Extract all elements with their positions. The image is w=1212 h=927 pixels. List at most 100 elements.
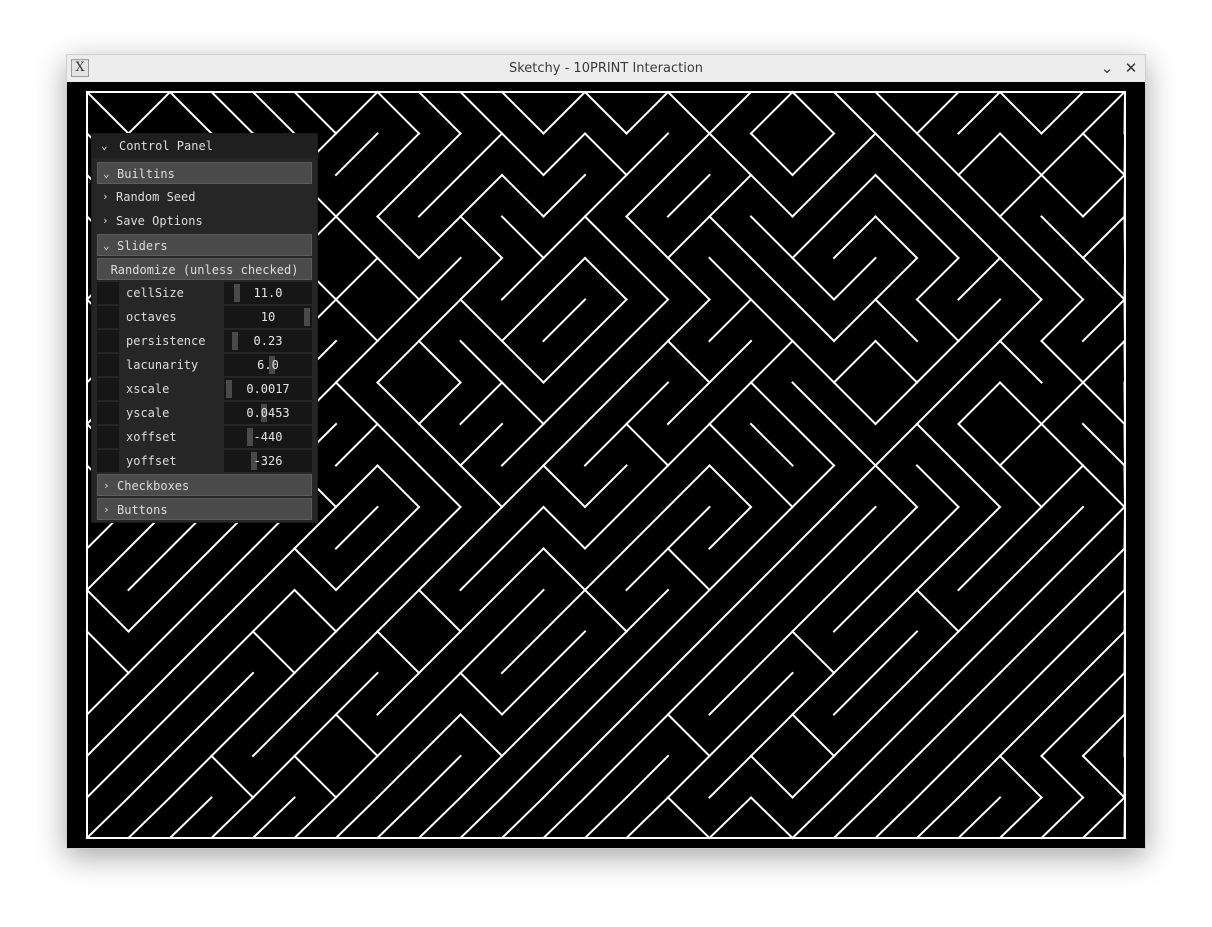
- maze-segment: [791, 505, 836, 550]
- folder-sliders[interactable]: ⌄ Sliders: [97, 234, 312, 256]
- slider-octaves[interactable]: octaves 10: [97, 306, 312, 328]
- chevron-down-icon[interactable]: ⌄: [1097, 58, 1117, 78]
- maze-segment: [915, 505, 960, 550]
- folder-checkboxes[interactable]: › Checkboxes: [97, 474, 312, 496]
- slider-track[interactable]: -326: [224, 450, 312, 472]
- maze-segment: [583, 298, 628, 343]
- maze-segment: [583, 464, 628, 509]
- maze-segment: [417, 505, 462, 550]
- maze-segment: [832, 256, 877, 301]
- slider-track[interactable]: 6.0: [224, 354, 312, 376]
- slider-xscale[interactable]: xscale 0.0017: [97, 378, 312, 400]
- maze-segment: [625, 381, 670, 426]
- close-icon[interactable]: ✕: [1121, 58, 1141, 78]
- maze-segment: [1123, 547, 1127, 592]
- maze-segment: [998, 298, 1043, 343]
- maze-segment: [500, 754, 545, 799]
- maze-segment: [500, 173, 545, 218]
- slider-handle[interactable]: [261, 404, 267, 422]
- maze-segment: [376, 754, 421, 799]
- maze-segment: [957, 90, 1002, 135]
- slider-lock-checkbox[interactable]: [97, 306, 119, 328]
- maze-segment: [1081, 547, 1126, 592]
- maze-segment: [998, 588, 1043, 633]
- folder-random-seed[interactable]: › Random Seed: [97, 186, 312, 208]
- maze-segment: [957, 588, 1002, 633]
- slider-handle[interactable]: [304, 308, 310, 326]
- slider-xoffset[interactable]: xoffset -440: [97, 426, 312, 448]
- maze-segment: [749, 215, 794, 260]
- slider-lacunarity[interactable]: lacunarity 6.0: [97, 354, 312, 376]
- randomize-button[interactable]: Randomize (unless checked): [97, 258, 312, 280]
- maze-segment: [749, 381, 794, 426]
- slider-yoffset[interactable]: yoffset -326: [97, 450, 312, 472]
- maze-segment: [874, 547, 919, 592]
- maze-segment: [998, 132, 1043, 177]
- slider-lock-checkbox[interactable]: [97, 354, 119, 376]
- slider-handle[interactable]: [234, 284, 240, 302]
- maze-segment: [749, 713, 794, 758]
- slider-handle[interactable]: [232, 332, 238, 350]
- slider-track[interactable]: 10: [224, 306, 312, 328]
- maze-segment: [127, 754, 172, 799]
- slider-lock-checkbox[interactable]: [97, 282, 119, 304]
- slider-track[interactable]: -440: [224, 426, 312, 448]
- maze-segment: [666, 713, 711, 758]
- maze-segment: [1081, 754, 1126, 799]
- slider-handle[interactable]: [269, 356, 275, 374]
- slider-yscale[interactable]: yscale 0.0453: [97, 402, 312, 424]
- maze-segment: [1081, 298, 1126, 343]
- maze-segment: [417, 339, 462, 384]
- slider-lock-checkbox[interactable]: [97, 426, 119, 448]
- maze-segment: [127, 671, 172, 716]
- maze-segment: [542, 215, 587, 260]
- folder-buttons[interactable]: › Buttons: [97, 498, 312, 520]
- maze-segment: [749, 298, 794, 343]
- folder-save-options[interactable]: › Save Options: [97, 210, 312, 232]
- slider-track[interactable]: 0.0017: [224, 378, 312, 400]
- maze-segment: [666, 422, 711, 467]
- maze-segment: [1081, 588, 1126, 633]
- slider-handle[interactable]: [251, 452, 257, 470]
- maze-segment: [293, 796, 338, 840]
- maze-segment: [127, 90, 172, 135]
- maze-segment: [1081, 464, 1126, 509]
- slider-lock-checkbox[interactable]: [97, 402, 119, 424]
- maze-segment: [957, 173, 1002, 218]
- title-bar[interactable]: X Sketchy - 10PRINT Interaction ⌄ ✕: [67, 55, 1145, 83]
- maze-segment: [957, 339, 1002, 384]
- slider-track[interactable]: 0.0453: [224, 402, 312, 424]
- maze-segment: [666, 173, 711, 218]
- maze-segment: [625, 298, 670, 343]
- maze-segment: [915, 796, 960, 840]
- maze-segment: [1040, 256, 1085, 301]
- maze-segment: [542, 671, 587, 716]
- maze-segment: [625, 422, 670, 467]
- maze-segment: [998, 671, 1043, 716]
- maze-segment: [583, 754, 628, 799]
- slider-track[interactable]: 0.23: [224, 330, 312, 352]
- chevron-right-icon: ›: [103, 503, 110, 516]
- maze-segment: [376, 547, 421, 592]
- maze-segment: [915, 215, 960, 260]
- slider-handle[interactable]: [226, 380, 232, 398]
- slider-track[interactable]: 11.0: [224, 282, 312, 304]
- slider-persistence[interactable]: persistence 0.23: [97, 330, 312, 352]
- control-panel-header[interactable]: ⌄ Control Panel: [92, 134, 317, 158]
- maze-segment: [376, 298, 421, 343]
- slider-handle[interactable]: [247, 428, 253, 446]
- maze-segment: [583, 339, 628, 384]
- slider-lock-checkbox[interactable]: [97, 378, 119, 400]
- maze-segment: [749, 671, 794, 716]
- maze-segment: [459, 256, 504, 301]
- maze-segment: [542, 256, 587, 301]
- sketch-canvas[interactable]: ⌄ Control Panel ⌄ Builtins › Random Seed…: [67, 82, 1145, 848]
- slider-lock-checkbox[interactable]: [97, 450, 119, 472]
- slider-lock-checkbox[interactable]: [97, 330, 119, 352]
- maze-segment: [334, 256, 379, 301]
- maze-segment: [1040, 298, 1085, 343]
- slider-cellsize[interactable]: cellSize 11.0: [97, 282, 312, 304]
- folder-builtins[interactable]: ⌄ Builtins: [97, 162, 312, 184]
- maze-segment: [293, 630, 338, 675]
- slider-value: 0.0017: [246, 382, 290, 396]
